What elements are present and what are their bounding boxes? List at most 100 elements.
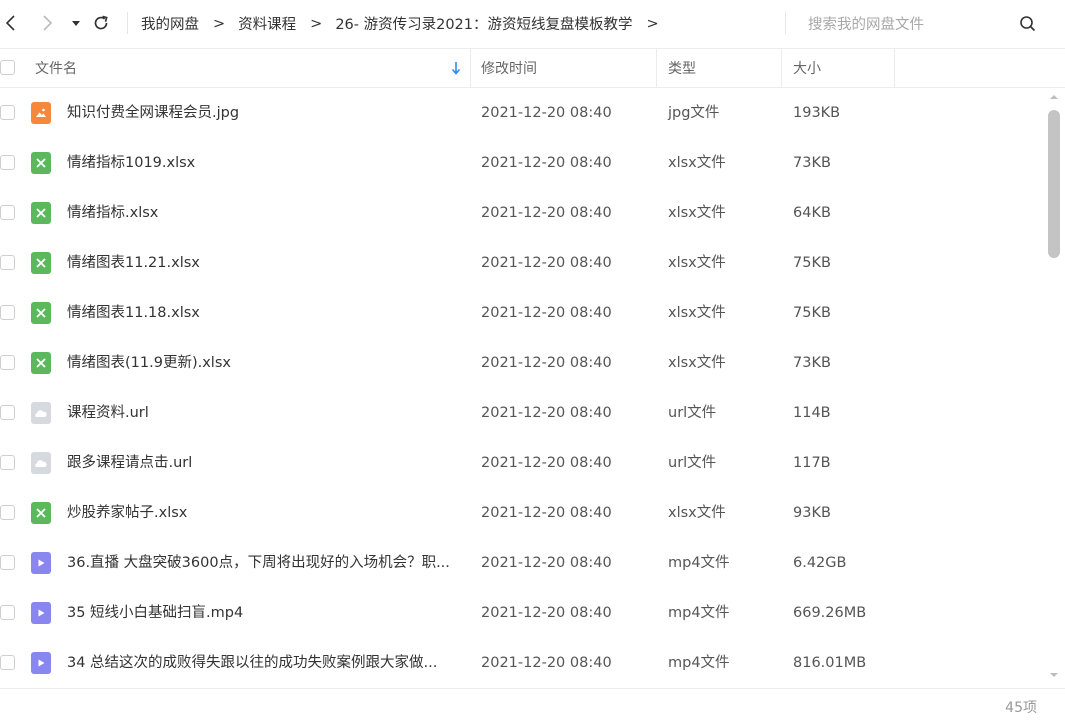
file-list-header: 文件名 修改时间 类型 大小	[0, 48, 1065, 88]
video-file-icon	[31, 652, 51, 674]
excel-file-icon	[31, 152, 51, 174]
file-type: xlsx文件	[668, 505, 726, 521]
file-name[interactable]: 34 总结这次的成败得失跟以往的成功失败案例跟大家做...	[67, 638, 462, 688]
file-type: xlsx文件	[668, 205, 726, 221]
file-type: url文件	[668, 455, 717, 471]
video-file-icon	[31, 602, 51, 624]
url-file-icon	[31, 452, 51, 474]
file-type: xlsx文件	[668, 355, 726, 371]
file-row[interactable]: 情绪指标1019.xlsx 2021-12-20 08:40 xlsx文件 73KB	[0, 138, 1045, 188]
file-size: 93KB	[793, 505, 831, 521]
file-name[interactable]: 跟多课程请点击.url	[67, 438, 462, 488]
file-modified-time: 2021-12-20 08:40	[481, 105, 612, 121]
column-header-name[interactable]: 文件名	[35, 49, 470, 87]
file-row[interactable]: 情绪图表(11.9更新).xlsx 2021-12-20 08:40 xlsx文件 7…	[0, 338, 1045, 388]
row-checkbox[interactable]	[0, 455, 15, 470]
row-checkbox[interactable]	[0, 155, 15, 170]
search-input[interactable]: 搜索我的网盘文件	[808, 0, 1018, 47]
search-icon	[1020, 16, 1036, 32]
history-dropdown-button[interactable]	[66, 8, 86, 38]
row-checkbox[interactable]	[0, 305, 15, 320]
file-modified-time: 2021-12-20 08:40	[481, 205, 612, 221]
file-row[interactable]: 跟多课程请点击.url 2021-12-20 08:40 url文件 117B	[0, 438, 1045, 488]
toolbar-divider	[127, 12, 128, 34]
chevron-right-icon	[43, 15, 53, 31]
row-checkbox[interactable]	[0, 205, 15, 220]
file-size: 6.42GB	[793, 555, 847, 571]
refresh-button[interactable]	[86, 8, 116, 38]
column-header-type-label: 类型	[668, 61, 696, 77]
file-type: xlsx文件	[668, 255, 726, 271]
file-row[interactable]: 情绪图表11.21.xlsx 2021-12-20 08:40 xlsx文件 75KB	[0, 238, 1045, 288]
file-row[interactable]: 35 短线小白基础扫盲.mp4 2021-12-20 08:40 mp4文件 669.…	[0, 588, 1045, 638]
file-row[interactable]: 34 总结这次的成败得失跟以往的成功失败案例跟大家做... 2021-12-20 …	[0, 638, 1045, 688]
file-row[interactable]: 炒股养家帖子.xlsx 2021-12-20 08:40 xlsx文件 93KB	[0, 488, 1045, 538]
search-button[interactable]	[1018, 14, 1038, 34]
breadcrumb-item-current-folder[interactable]: 26- 游资传习录2021：游资短线复盘模板教学	[335, 13, 632, 34]
file-name[interactable]: 情绪图表(11.9更新).xlsx	[67, 338, 462, 388]
refresh-icon	[94, 15, 108, 30]
row-checkbox[interactable]	[0, 105, 15, 120]
file-modified-time: 2021-12-20 08:40	[481, 405, 612, 421]
file-type: mp4文件	[668, 605, 730, 621]
file-type: mp4文件	[668, 555, 730, 571]
file-name[interactable]: 课程资料.url	[67, 388, 462, 438]
file-modified-time: 2021-12-20 08:40	[481, 305, 612, 321]
column-header-modified[interactable]: 修改时间	[481, 49, 656, 87]
file-size: 73KB	[793, 355, 831, 371]
row-checkbox[interactable]	[0, 555, 15, 570]
scroll-up-arrow-icon[interactable]	[1048, 92, 1060, 102]
file-name[interactable]: 情绪图表11.21.xlsx	[67, 238, 462, 288]
file-modified-time: 2021-12-20 08:40	[481, 255, 612, 271]
select-all-checkbox[interactable]	[0, 60, 15, 75]
row-checkbox[interactable]	[0, 505, 15, 520]
breadcrumb-item-my-drive[interactable]: 我的网盘	[141, 13, 199, 34]
breadcrumb-separator: >	[213, 15, 226, 32]
file-size: 117B	[793, 455, 831, 471]
file-row[interactable]: 课程资料.url 2021-12-20 08:40 url文件 114B	[0, 388, 1045, 438]
toolbar: 我的网盘 > 资料课程 > 26- 游资传习录2021：游资短线复盘模板教学 >…	[0, 0, 1065, 47]
excel-file-icon	[31, 302, 51, 324]
row-checkbox[interactable]	[0, 655, 15, 670]
forward-button[interactable]	[32, 8, 62, 38]
breadcrumb-item-course-materials[interactable]: 资料课程	[238, 13, 296, 34]
file-size: 64KB	[793, 205, 831, 221]
file-name[interactable]: 情绪图表11.18.xlsx	[67, 288, 462, 338]
column-header-size[interactable]: 大小	[793, 49, 893, 87]
file-modified-time: 2021-12-20 08:40	[481, 605, 612, 621]
scrollbar-thumb[interactable]	[1048, 110, 1060, 258]
file-row[interactable]: 知识付费全网课程会员.jpg 2021-12-20 08:40 jpg文件 193KB	[0, 88, 1045, 138]
column-header-type[interactable]: 类型	[668, 49, 780, 87]
column-divider	[656, 49, 657, 87]
row-checkbox[interactable]	[0, 255, 15, 270]
file-name[interactable]: 情绪指标1019.xlsx	[67, 138, 462, 188]
file-row[interactable]: 情绪指标.xlsx 2021-12-20 08:40 xlsx文件 64KB	[0, 188, 1045, 238]
file-name[interactable]: 情绪指标.xlsx	[67, 188, 462, 238]
file-modified-time: 2021-12-20 08:40	[481, 555, 612, 571]
column-header-modified-label: 修改时间	[481, 61, 537, 77]
file-type: jpg文件	[668, 105, 720, 121]
file-name[interactable]: 知识付费全网课程会员.jpg	[67, 88, 462, 138]
file-row[interactable]: 情绪图表11.18.xlsx 2021-12-20 08:40 xlsx文件 75KB	[0, 288, 1045, 338]
file-name[interactable]: 36.直播 大盘突破3600点，下周将出现好的入场机会？职...	[67, 538, 462, 588]
file-row[interactable]: 36.直播 大盘突破3600点，下周将出现好的入场机会？职... 2021-12-…	[0, 538, 1045, 588]
back-button[interactable]	[0, 8, 26, 38]
file-name[interactable]: 炒股养家帖子.xlsx	[67, 488, 462, 538]
item-count: 45项	[1005, 700, 1037, 716]
scroll-down-arrow-icon[interactable]	[1048, 670, 1060, 680]
row-checkbox[interactable]	[0, 355, 15, 370]
excel-file-icon	[31, 252, 51, 274]
row-checkbox[interactable]	[0, 405, 15, 420]
file-type: mp4文件	[668, 655, 730, 671]
file-size: 75KB	[793, 255, 831, 271]
row-checkbox[interactable]	[0, 605, 15, 620]
file-type: xlsx文件	[668, 305, 726, 321]
file-name[interactable]: 35 短线小白基础扫盲.mp4	[67, 588, 462, 638]
column-divider	[781, 49, 782, 87]
column-header-name-label: 文件名	[35, 61, 77, 77]
caret-down-icon	[72, 21, 80, 26]
video-file-icon	[31, 552, 51, 574]
excel-file-icon	[31, 202, 51, 224]
file-size: 114B	[793, 405, 831, 421]
file-size: 193KB	[793, 105, 841, 121]
